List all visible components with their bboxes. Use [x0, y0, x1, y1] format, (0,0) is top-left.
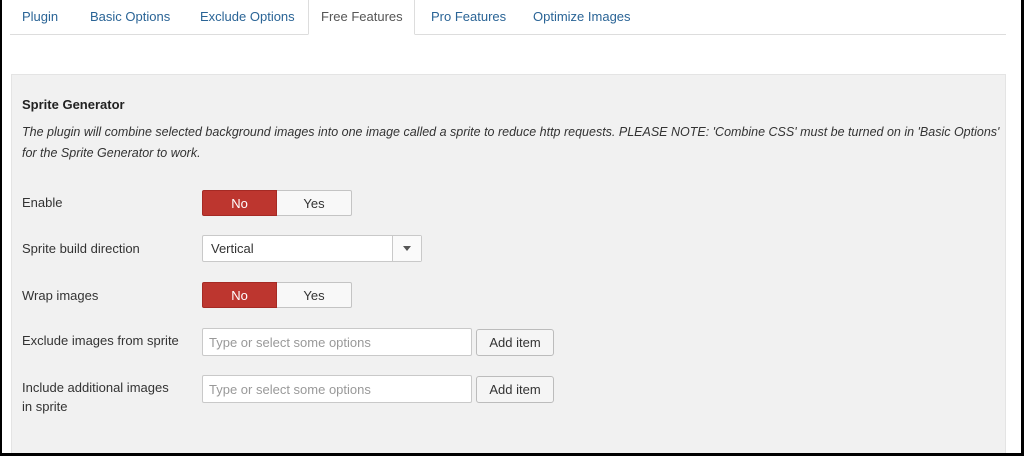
direction-select-toggle[interactable] [392, 236, 421, 261]
exclude-images-input[interactable] [202, 328, 472, 356]
wrap-label: Wrap images [22, 288, 99, 303]
tab-basic-options[interactable]: Basic Options [78, 0, 182, 34]
tab-optimize-images[interactable]: Optimize Images [521, 0, 643, 34]
enable-label: Enable [22, 195, 63, 210]
section-title: Sprite Generator [22, 97, 125, 112]
wrap-no-option[interactable]: No [202, 282, 277, 308]
include-label-line1: Include additional images [22, 380, 169, 395]
section-description: The plugin will combine selected backgro… [22, 125, 1000, 160]
tab-plugin[interactable]: Plugin [10, 0, 70, 34]
include-label: Include additional images in sprite [22, 378, 169, 416]
enable-no-option[interactable]: No [202, 190, 277, 216]
include-images-input[interactable] [202, 375, 472, 403]
wrap-yes-option[interactable]: Yes [277, 282, 352, 308]
direction-select-value: Vertical [211, 241, 254, 256]
chevron-down-icon [403, 246, 411, 251]
direction-select[interactable]: Vertical [202, 235, 422, 262]
sprite-generator-panel: Sprite Generator The plugin will combine… [11, 74, 1006, 453]
include-label-line2: in sprite [22, 399, 68, 414]
tab-exclude-options[interactable]: Exclude Options [188, 0, 307, 34]
enable-yes-option[interactable]: Yes [277, 190, 352, 216]
window: Plugin Basic Options Exclude Options Fre… [2, 0, 1021, 453]
include-add-item-button[interactable]: Add item [476, 376, 554, 403]
exclude-add-item-button[interactable]: Add item [476, 329, 554, 356]
direction-label: Sprite build direction [22, 241, 140, 256]
tab-pro-features[interactable]: Pro Features [419, 0, 518, 34]
wrap-toggle: No Yes [202, 282, 353, 308]
tab-bar: Plugin Basic Options Exclude Options Fre… [10, 0, 1006, 35]
enable-toggle: No Yes [202, 190, 353, 216]
tab-free-features[interactable]: Free Features [308, 0, 415, 35]
exclude-label: Exclude images from sprite [22, 333, 179, 348]
